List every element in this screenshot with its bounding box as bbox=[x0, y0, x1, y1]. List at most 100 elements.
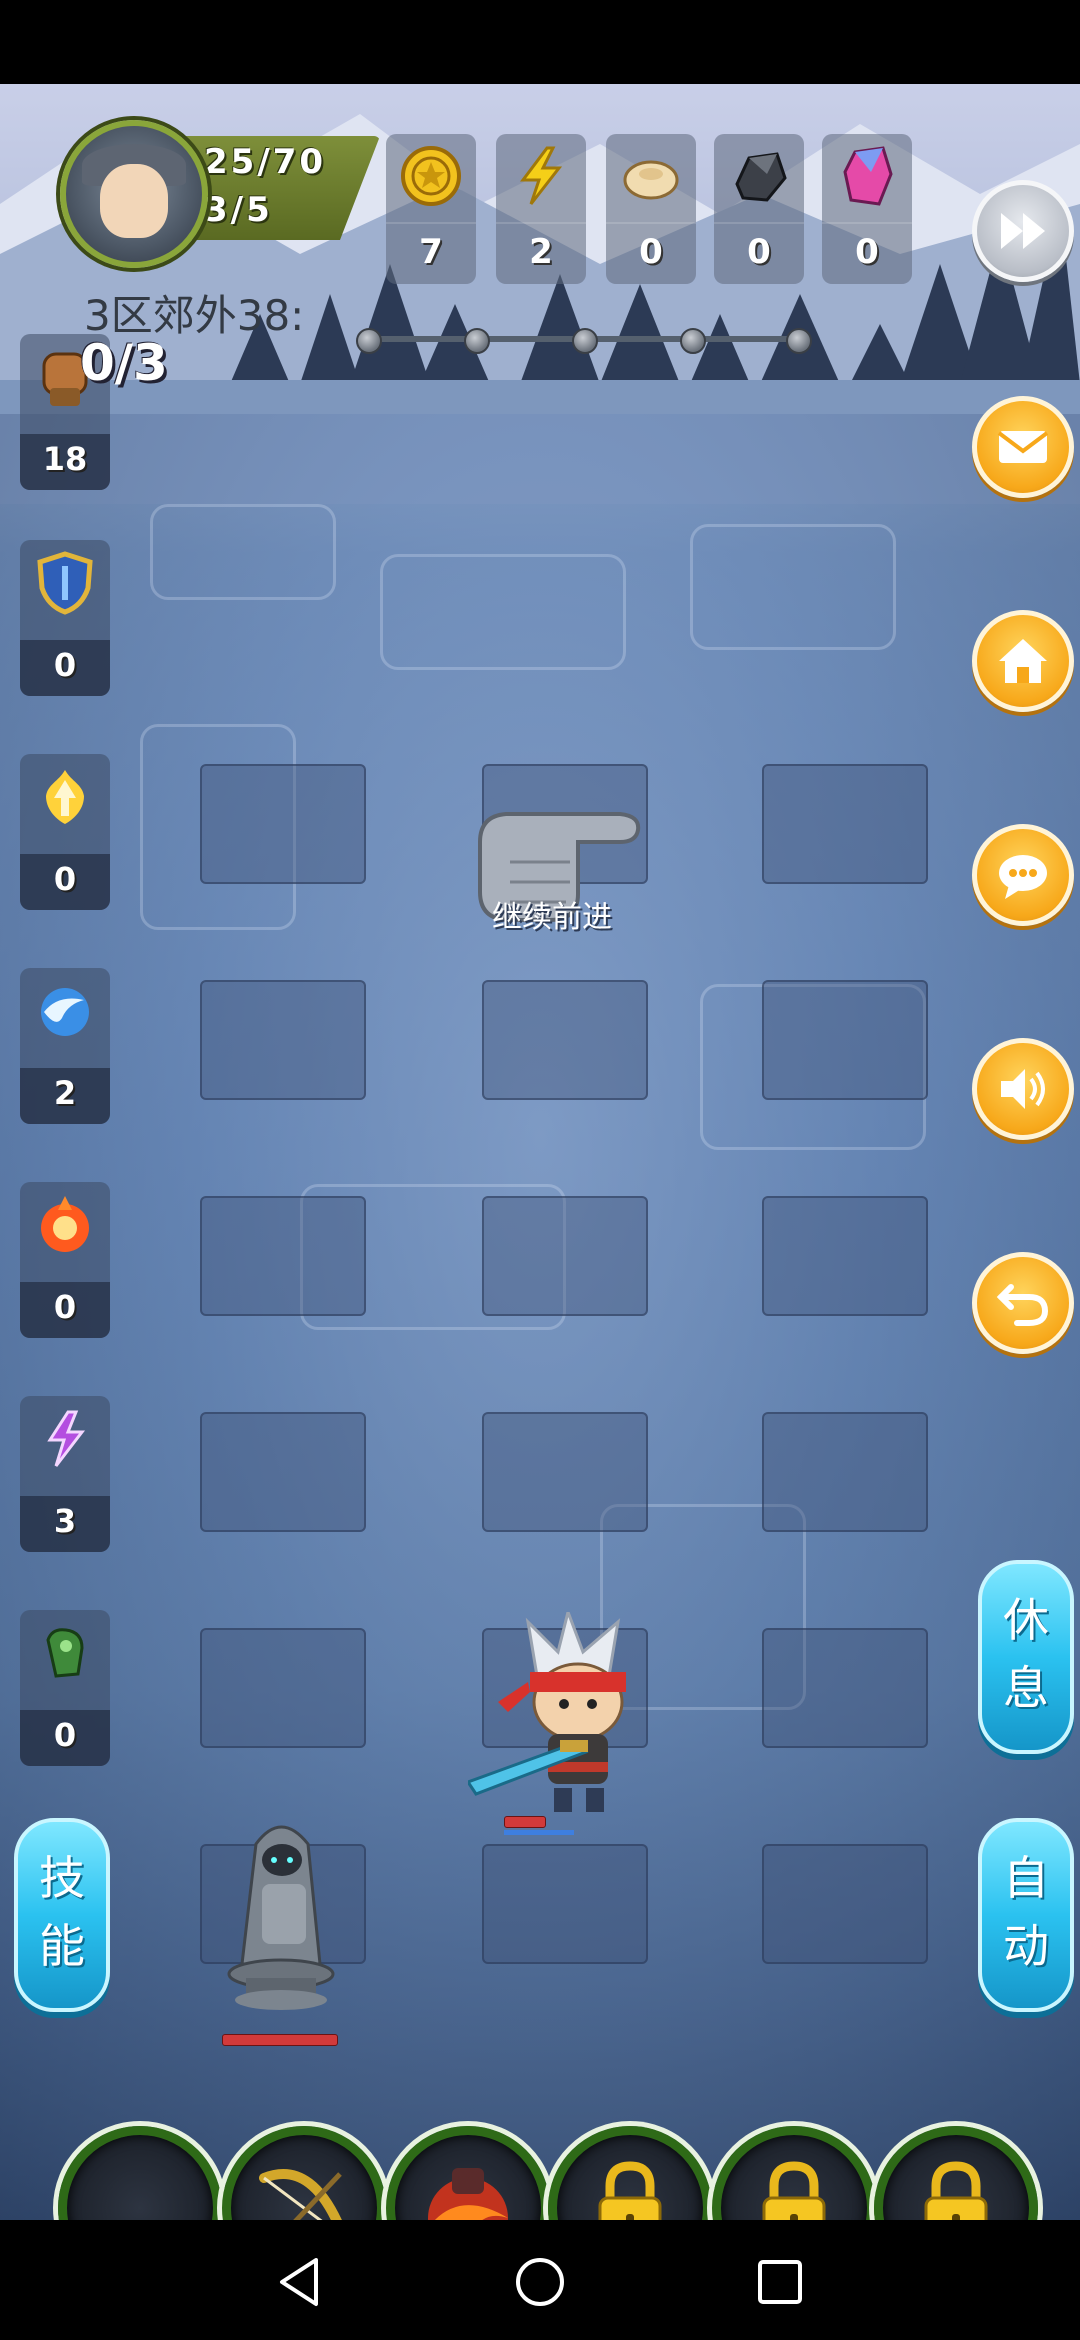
game-screen: 25/70 3/5 7 2 0 0 0 3区郊外38: 18 0/3 0 0 2… bbox=[0, 84, 1080, 2220]
grid-cell[interactable] bbox=[482, 980, 648, 1100]
fire-orb-icon bbox=[41, 1196, 89, 1252]
grid-cell[interactable] bbox=[200, 1412, 366, 1532]
item-slot-lightning-rune[interactable]: 3 bbox=[20, 1396, 110, 1552]
bow-icon bbox=[259, 2169, 342, 2220]
dumpling-icon bbox=[623, 160, 679, 200]
crystal-icon bbox=[843, 146, 893, 206]
chat-button[interactable] bbox=[972, 824, 1074, 926]
item-slot-fire-orb[interactable]: 0 bbox=[20, 1182, 110, 1338]
grid-cell[interactable] bbox=[762, 1196, 928, 1316]
green-gauntlet-icon bbox=[46, 1628, 84, 1678]
stone-statue-enemy[interactable] bbox=[216, 1814, 346, 2014]
player-avatar[interactable] bbox=[60, 120, 208, 268]
lightning-icon bbox=[520, 146, 563, 205]
chat-icon bbox=[999, 855, 1047, 899]
rest-button[interactable]: 休 息 bbox=[978, 1560, 1074, 1754]
ice-crack bbox=[690, 524, 896, 650]
return-button[interactable] bbox=[972, 1252, 1074, 1354]
sound-button[interactable] bbox=[972, 1038, 1074, 1140]
avatar-face bbox=[100, 164, 168, 238]
speaker-icon bbox=[1001, 1069, 1045, 1109]
skill-button[interactable]: 技 能 bbox=[14, 1818, 110, 2012]
progress-dot bbox=[680, 328, 706, 354]
item-slot-shield[interactable]: 0 bbox=[20, 540, 110, 696]
item-count: 0 bbox=[53, 646, 77, 684]
item-slot-water-orb[interactable]: 2 bbox=[20, 968, 110, 1124]
holy-arrow-icon bbox=[46, 770, 84, 824]
grid-cell[interactable] bbox=[200, 764, 366, 884]
skill-label: 能 bbox=[39, 1919, 85, 1973]
grid-cell[interactable] bbox=[200, 1196, 366, 1316]
item-count: 3 bbox=[53, 1502, 77, 1540]
hero-character[interactable] bbox=[468, 1612, 668, 1822]
lock-icon bbox=[762, 2161, 826, 2220]
resource-crystal[interactable]: 0 bbox=[822, 134, 912, 284]
resource-gold[interactable]: 7 bbox=[386, 134, 476, 284]
grid-cell[interactable] bbox=[482, 1412, 648, 1532]
item-count: 0 bbox=[53, 1716, 77, 1754]
back-icon[interactable] bbox=[272, 2254, 328, 2310]
water-orb-icon bbox=[41, 988, 89, 1036]
return-icon bbox=[996, 1284, 1049, 1326]
grid-cell[interactable] bbox=[762, 980, 928, 1100]
kill-counter: 0/3 bbox=[80, 334, 168, 392]
resource-count: 2 bbox=[529, 232, 553, 272]
grid-cell[interactable] bbox=[762, 1628, 928, 1748]
resource-energy[interactable]: 2 bbox=[496, 134, 586, 284]
item-count: 0 bbox=[53, 860, 77, 898]
resource-count: 0 bbox=[747, 232, 771, 272]
continue-hint[interactable]: 继续前进 bbox=[492, 892, 612, 936]
mail-icon bbox=[997, 431, 1049, 463]
lightning-rune-icon bbox=[47, 1410, 86, 1467]
fast-forward-button[interactable] bbox=[972, 180, 1074, 282]
shield-icon bbox=[37, 551, 93, 615]
enemy-hp-bar bbox=[222, 2034, 338, 2046]
home-button[interactable] bbox=[972, 610, 1074, 712]
grid-cell[interactable] bbox=[200, 980, 366, 1100]
item-count: 2 bbox=[53, 1074, 77, 1112]
lock-icon bbox=[924, 2161, 988, 2220]
home-icon bbox=[999, 639, 1047, 683]
grid-cell[interactable] bbox=[762, 1412, 928, 1532]
item-count: 18 bbox=[42, 440, 88, 478]
home-circle-icon[interactable] bbox=[512, 2254, 568, 2310]
hp-value: 25/70 bbox=[204, 142, 327, 182]
resource-ore[interactable]: 0 bbox=[714, 134, 804, 284]
auto-label: 动 bbox=[1003, 1919, 1049, 1973]
item-count: 0 bbox=[53, 1288, 77, 1326]
rest-label: 休 bbox=[1003, 1593, 1049, 1647]
grid-cell[interactable] bbox=[762, 1844, 928, 1964]
fast-forward-icon bbox=[1001, 213, 1045, 249]
fire-strike-icon bbox=[428, 2168, 508, 2220]
grid-cell[interactable] bbox=[482, 1844, 648, 1964]
skill-label: 技 bbox=[39, 1851, 85, 1905]
grid-cell[interactable] bbox=[200, 1628, 366, 1748]
iron-ore-icon bbox=[735, 152, 787, 202]
grid-cell[interactable] bbox=[482, 1196, 648, 1316]
lock-icon bbox=[598, 2161, 662, 2220]
resource-count: 0 bbox=[855, 232, 879, 272]
recents-icon[interactable] bbox=[752, 2254, 808, 2310]
ice-crack bbox=[380, 554, 626, 670]
rest-label: 息 bbox=[1003, 1661, 1049, 1715]
resource-food[interactable]: 0 bbox=[606, 134, 696, 284]
ice-crack bbox=[150, 504, 336, 600]
mail-button[interactable] bbox=[972, 396, 1074, 498]
system-nav-bar bbox=[0, 2220, 1080, 2340]
auto-label: 自 bbox=[1003, 1851, 1049, 1905]
status-bar bbox=[0, 0, 1080, 84]
gold-coin-icon bbox=[401, 146, 461, 206]
stamina-value: 3/5 bbox=[204, 190, 273, 230]
progress-dot bbox=[356, 328, 382, 354]
item-slot-green-gauntlet[interactable]: 0 bbox=[20, 1610, 110, 1766]
auto-button[interactable]: 自 动 bbox=[978, 1818, 1074, 2012]
resource-count: 0 bbox=[639, 232, 663, 272]
hero-hp-bar bbox=[504, 1816, 546, 1828]
progress-dot bbox=[464, 328, 490, 354]
hero-mp-bar bbox=[504, 1830, 574, 1835]
progress-dot bbox=[572, 328, 598, 354]
grid-cell[interactable] bbox=[762, 764, 928, 884]
resource-count: 7 bbox=[419, 232, 443, 272]
item-slot-holy-arrow[interactable]: 0 bbox=[20, 754, 110, 910]
progress-dot bbox=[786, 328, 812, 354]
